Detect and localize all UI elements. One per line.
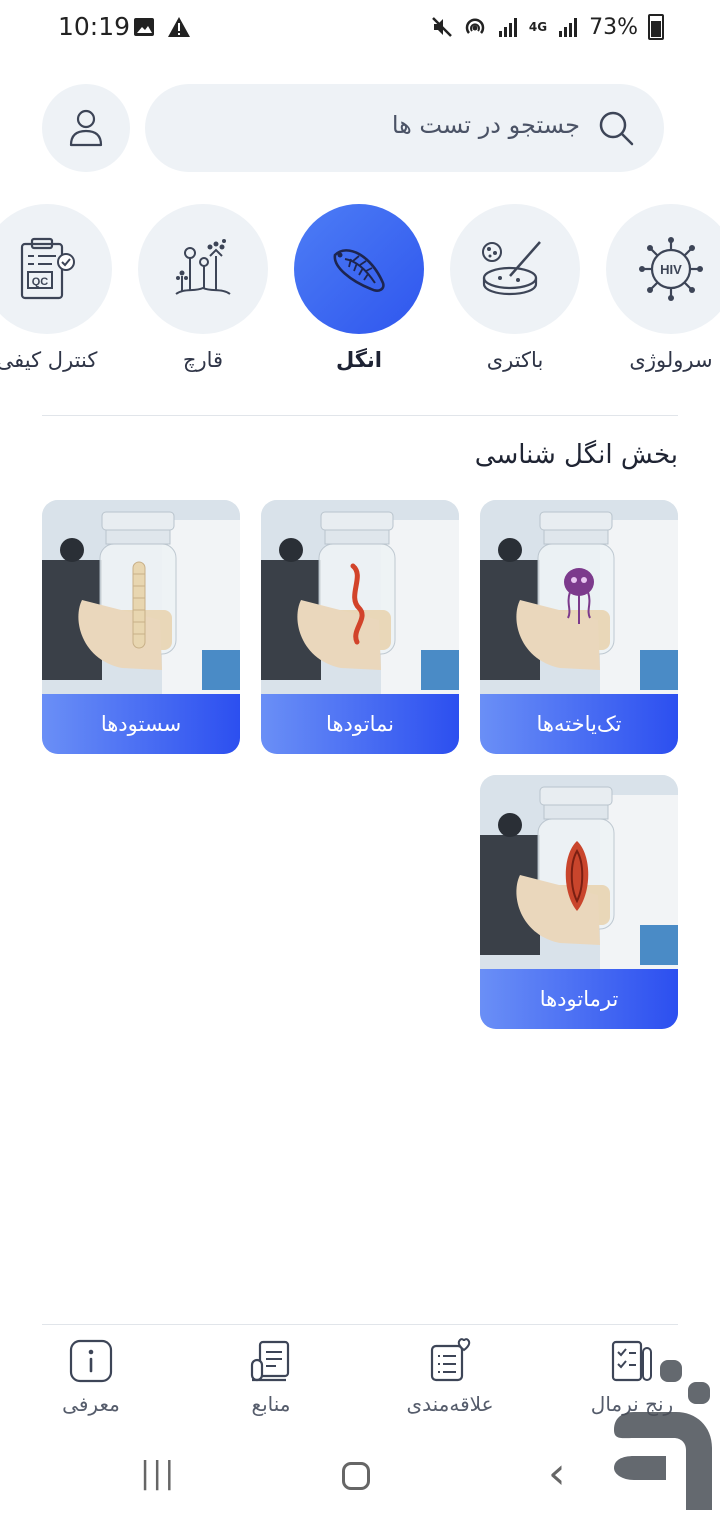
category-circle [138,204,268,334]
search-icon [599,111,634,146]
card-photo [480,775,678,969]
signal-icon [498,18,517,37]
petri-dish-icon [482,241,541,296]
virus-hiv-text: HIV [660,262,682,277]
category-label: سرولوژی [629,348,713,372]
nav-label: علاقه‌مندی [406,1392,494,1416]
network-type: 4G [528,20,548,34]
card-caption: سستودها [42,694,240,754]
nav-label: معرفی [62,1392,120,1416]
nav-favorites[interactable]: علاقه‌مندی [380,1338,520,1416]
image-icon [134,18,154,36]
section-title: بخش انگل شناسی [474,440,678,470]
card-caption: نماتودها [261,694,459,754]
card-photo [480,500,678,694]
category-quality-control[interactable]: QC کنترل کیفی [0,204,112,372]
card-caption: ترماتودها [480,969,678,1029]
battery-percent: 73% [589,14,638,40]
nav-about[interactable]: معرفی [21,1338,161,1416]
search-bar[interactable]: جستجو در تست ها [145,84,664,172]
profile-button[interactable] [42,84,130,172]
info-icon [69,1339,113,1383]
nav-references[interactable]: منابع [201,1338,341,1416]
category-label: کنترل کیفی [0,348,98,372]
category-label: قارچ [182,348,224,372]
warning-icon [168,17,190,37]
category-parasite[interactable]: انگل [294,204,424,372]
battery-icon [648,14,664,40]
user-icon [69,109,103,147]
hotspot-icon [465,18,485,34]
card-caption: تک‌یاخته‌ها [480,694,678,754]
favorites-list-icon [430,1338,471,1382]
recents-button[interactable]: ||| [140,1456,176,1491]
divider [42,415,678,416]
category-circle: QC [0,204,112,334]
status-time: 10:19 [58,12,131,41]
card-photo [261,500,459,694]
search-placeholder: جستجو در تست ها [391,111,580,139]
category-circle: HIV [606,204,720,334]
category-circle [450,204,580,334]
category-circle [294,204,424,334]
card-protozoa[interactable]: تک‌یاخته‌ها [480,500,678,754]
category-label: باکتری [486,348,544,372]
qc-clipboard-icon: QC [20,237,75,300]
back-button[interactable]: ‹ [548,1448,566,1499]
category-fungi[interactable]: قارچ [138,204,268,372]
watermark-logo [614,1360,712,1510]
category-label: انگل [335,348,383,372]
mute-icon [432,17,452,37]
qc-text: QC [32,276,49,288]
card-nematodes[interactable]: نماتودها [261,500,459,754]
status-left-icons [133,16,191,38]
card-cestodes[interactable]: سستودها [42,500,240,754]
status-right: 4G 73% [431,14,664,40]
status-bar: 10:19 4G 73% [0,0,720,58]
virus-hiv-icon: HIV [639,237,703,301]
nav-label: منابع [251,1392,291,1416]
category-bacteria[interactable]: باکتری [450,204,580,372]
fungi-icon [175,239,231,295]
home-button[interactable] [342,1462,370,1490]
card-trematodes[interactable]: ترماتودها [480,775,678,1029]
references-icon [250,1340,290,1382]
signal-icon-2 [559,18,578,37]
card-photo [42,500,240,694]
parasite-icon [333,249,385,292]
category-serology[interactable]: HIV سرولوژی [606,204,720,372]
